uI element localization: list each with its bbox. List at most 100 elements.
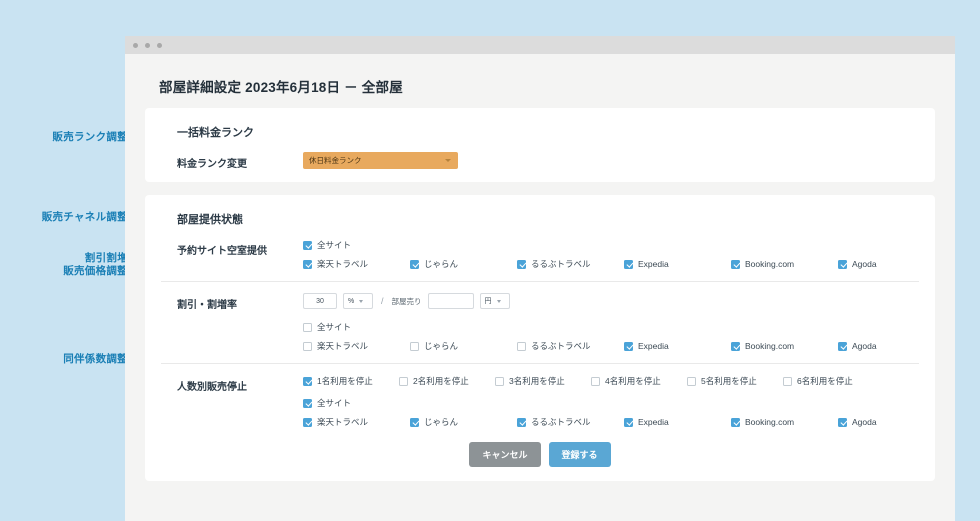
- row-discount-rate: 割引・割増率 30 % / 部屋売り 円: [161, 293, 919, 352]
- checkbox-box-icon: [410, 342, 419, 351]
- checkbox-box-icon: [303, 323, 312, 332]
- checkbox-availability-Booking.com[interactable]: Booking.com: [731, 259, 838, 269]
- rate-rank-select-value: 休日料金ランク: [309, 155, 362, 166]
- checkbox-occupancy-channel-楽天トラベル[interactable]: 楽天トラベル: [303, 416, 410, 428]
- checkbox-label: 全サイト: [317, 239, 351, 251]
- checkbox-label: 楽天トラベル: [317, 340, 368, 352]
- checkbox-occupancy-channel-Agoda[interactable]: Agoda: [838, 417, 945, 427]
- card-rate-rank: 一括料金ランク 料金ランク変更 休日料金ランク: [145, 108, 935, 182]
- label-occupancy-stop: 人数別販売停止: [161, 375, 303, 393]
- checkbox-label: じゃらん: [424, 340, 458, 352]
- checkbox-availability-Agoda[interactable]: Agoda: [838, 259, 945, 269]
- occupancy-all-line: 全サイト: [303, 397, 945, 409]
- checkbox-availability-楽天トラベル[interactable]: 楽天トラベル: [303, 258, 410, 270]
- checkbox-box-icon: [624, 418, 633, 427]
- chevron-down-icon: [497, 300, 501, 303]
- label-site-availability: 予約サイト空室提供: [161, 239, 303, 257]
- checkbox-label: Agoda: [852, 259, 877, 269]
- occupancy-channel-line: 楽天トラベル じゃらん るるぶトラベル Expedia Booking.comAgoda: [303, 416, 945, 428]
- cancel-button[interactable]: キャンセル: [469, 442, 540, 467]
- checkbox-box-icon: [303, 418, 312, 427]
- currency-unit-value: 円: [485, 296, 492, 306]
- room-amount-input[interactable]: [428, 293, 474, 309]
- checkbox-box-icon: [838, 418, 847, 427]
- checkbox-occupancy-5名利用を停止[interactable]: 5名利用を停止: [687, 375, 783, 387]
- checkbox-box-icon: [303, 377, 312, 386]
- checkbox-rate-Agoda[interactable]: Agoda: [838, 341, 945, 351]
- checkbox-label: 5名利用を停止: [701, 375, 757, 387]
- label-discount-rate: 割引・割増率: [161, 293, 303, 311]
- checkbox-box-icon: [303, 260, 312, 269]
- checkbox-occupancy-3名利用を停止[interactable]: 3名利用を停止: [495, 375, 591, 387]
- annotation-label: 同伴係数調整: [63, 353, 128, 366]
- checkbox-label: 3名利用を停止: [509, 375, 565, 387]
- checkbox-availability-Expedia[interactable]: Expedia: [624, 259, 731, 269]
- checkbox-rate-all-sites[interactable]: 全サイト: [303, 321, 351, 333]
- checkbox-label: 全サイト: [317, 397, 351, 409]
- discount-rate-input[interactable]: 30: [303, 293, 337, 309]
- currency-unit-select[interactable]: 円: [480, 293, 510, 309]
- checkbox-box-icon: [731, 260, 740, 269]
- checkbox-occupancy-channel-Expedia[interactable]: Expedia: [624, 417, 731, 427]
- checkbox-box-icon: [517, 418, 526, 427]
- label-rate-rank-change: 料金ランク変更: [161, 152, 303, 170]
- availability-channel-line: 楽天トラベル じゃらん るるぶトラベルExpedia Booking.com Agoda: [303, 258, 945, 270]
- checkbox-occupancy-all-sites[interactable]: 全サイト: [303, 397, 351, 409]
- window-dot-maximize[interactable]: [157, 43, 162, 48]
- checkbox-occupancy-2名利用を停止[interactable]: 2名利用を停止: [399, 375, 495, 387]
- checkbox-box-icon: [624, 260, 633, 269]
- row-site-availability: 予約サイト空室提供 全サイト 楽天トラベル じゃらん るるぶトラベルExpedia B…: [161, 239, 919, 270]
- checkbox-occupancy-4名利用を停止[interactable]: 4名利用を停止: [591, 375, 687, 387]
- checkbox-label: 2名利用を停止: [413, 375, 469, 387]
- checkbox-label: るるぶトラベル: [531, 416, 591, 428]
- checkbox-availability-じゃらん[interactable]: じゃらん: [410, 258, 517, 270]
- checkbox-label: Expedia: [638, 417, 669, 427]
- discount-rate-controls: 30 % / 部屋売り 円: [303, 293, 945, 309]
- checkbox-availability-all-sites[interactable]: 全サイト: [303, 239, 351, 251]
- checkbox-label: 全サイト: [317, 321, 351, 333]
- discount-unit-select[interactable]: %: [343, 293, 373, 309]
- page-content: 部屋詳細設定 2023年6月18日 － 全部屋 一括料金ランク 料金ランク変更 …: [125, 54, 955, 481]
- checkbox-rate-じゃらん[interactable]: じゃらん: [410, 340, 517, 352]
- checkbox-box-icon: [624, 342, 633, 351]
- checkbox-box-icon: [731, 342, 740, 351]
- divider-2: [161, 363, 919, 364]
- checkbox-box-icon: [838, 342, 847, 351]
- checkbox-rate-Booking.com[interactable]: Booking.com: [731, 341, 838, 351]
- window-dot-minimize[interactable]: [145, 43, 150, 48]
- row-rate-rank-change: 料金ランク変更 休日料金ランク: [161, 152, 919, 170]
- checkbox-box-icon: [687, 377, 696, 386]
- annotation-label: 割引割増販売価格調整: [63, 252, 128, 278]
- checkbox-occupancy-channel-Booking.com[interactable]: Booking.com: [731, 417, 838, 427]
- checkbox-label: じゃらん: [424, 258, 458, 270]
- checkbox-label: 楽天トラベル: [317, 416, 368, 428]
- checkbox-box-icon: [591, 377, 600, 386]
- checkbox-occupancy-6名利用を停止[interactable]: 6名利用を停止: [783, 375, 879, 387]
- row-occupancy-stop: 人数別販売停止 1名利用を停止 2名利用を停止 3名利用を停止 4名利用を停止 5名利用…: [161, 375, 919, 428]
- window-dot-close[interactable]: [133, 43, 138, 48]
- checkbox-occupancy-channel-じゃらん[interactable]: じゃらん: [410, 416, 517, 428]
- checkbox-label: Booking.com: [745, 259, 794, 269]
- footer-button-bar: キャンセル 登録する: [161, 428, 919, 467]
- checkbox-box-icon: [517, 260, 526, 269]
- checkbox-label: るるぶトラベル: [531, 340, 591, 352]
- availability-all-line: 全サイト: [303, 239, 945, 251]
- checkbox-label: じゃらん: [424, 416, 458, 428]
- chevron-down-icon: [359, 300, 363, 303]
- submit-button[interactable]: 登録する: [549, 442, 611, 467]
- checkbox-rate-楽天トラベル[interactable]: 楽天トラベル: [303, 340, 410, 352]
- checkbox-availability-るるぶトラベル[interactable]: るるぶトラベル: [517, 258, 624, 270]
- checkbox-rate-Expedia[interactable]: Expedia: [624, 341, 731, 351]
- checkbox-rate-るるぶトラベル[interactable]: るるぶトラベル: [517, 340, 624, 352]
- section-heading-rate-rank: 一括料金ランク: [177, 124, 919, 140]
- checkbox-occupancy-1名利用を停止[interactable]: 1名利用を停止: [303, 375, 399, 387]
- checkbox-label: Agoda: [852, 341, 877, 351]
- checkbox-label: 4名利用を停止: [605, 375, 661, 387]
- rate-rank-select[interactable]: 休日料金ランク: [303, 152, 458, 169]
- checkbox-occupancy-channel-るるぶトラベル[interactable]: るるぶトラベル: [517, 416, 624, 428]
- checkbox-label: 1名利用を停止: [317, 375, 373, 387]
- card-room-status: 部屋提供状態 予約サイト空室提供 全サイト 楽天トラベルじゃらんるるぶトラベルE…: [145, 195, 935, 481]
- checkbox-box-icon: [399, 377, 408, 386]
- checkbox-box-icon: [303, 342, 312, 351]
- section-heading-room-status: 部屋提供状態: [177, 211, 919, 227]
